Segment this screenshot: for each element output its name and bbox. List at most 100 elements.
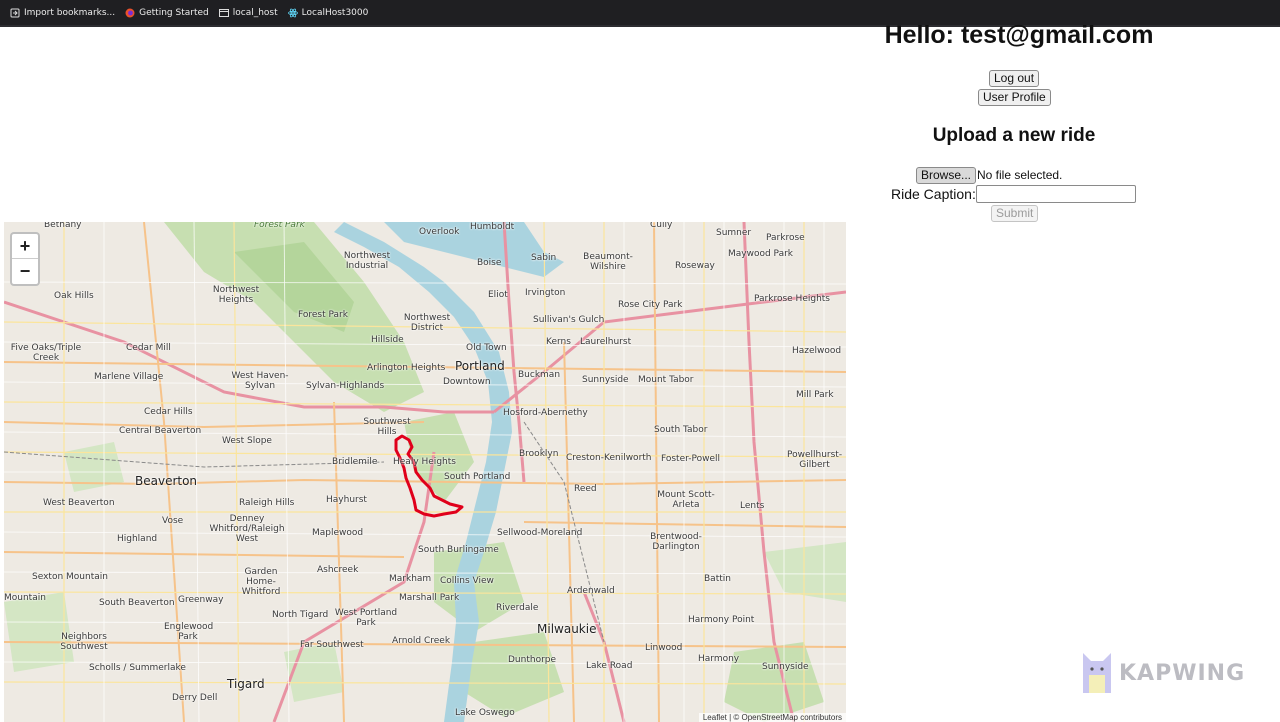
map-label: Sylvan-Highlands (306, 381, 385, 391)
import-icon (10, 8, 20, 18)
file-status: No file selected. (977, 168, 1063, 182)
map-label: Sumner (716, 228, 752, 238)
map-label: Marshall Park (399, 593, 460, 603)
page-icon (218, 8, 229, 18)
map-label: Ardenwald (567, 586, 615, 596)
bookmark-label: Import bookmarks... (24, 7, 116, 18)
map-label: Mount Tabor (638, 375, 694, 385)
map[interactable]: Bethany Forest Park Overlook Humboldt Cu… (4, 222, 846, 722)
map-label: Bethany (44, 222, 82, 230)
map-label: Mill Park (796, 390, 834, 400)
map-label: Beaumont-Wilshire (583, 252, 633, 272)
kapwing-watermark: KAPWING (1081, 651, 1245, 695)
map-label: Eliot (488, 290, 508, 300)
map-tiles (4, 222, 846, 722)
map-label: Northwest District (403, 313, 451, 333)
browse-button[interactable]: Browse... (916, 167, 977, 184)
map-label: Tigard (227, 677, 265, 691)
map-label: Old Town (466, 343, 507, 353)
map-label: Hazelwood (792, 346, 842, 356)
map-label: Neighbors Southwest (60, 632, 108, 652)
map-label: Southwest Hills (363, 417, 411, 437)
map-label: Riverdale (496, 603, 539, 613)
map-label: Cully (650, 222, 673, 230)
map-label: Collins View (440, 576, 494, 586)
map-label: South Burlingame (418, 545, 499, 555)
bookmark-local-host[interactable]: local_host (218, 8, 278, 18)
user-profile-button[interactable]: User Profile (978, 89, 1051, 106)
map-label: Garden Home-Whitford (241, 567, 281, 597)
map-label: Foster-Powell (661, 454, 721, 464)
map-label: Hillside (371, 335, 404, 345)
map-label: Portland (455, 359, 505, 373)
map-label: Bridlemile (332, 457, 378, 467)
map-label: Downtown (443, 377, 491, 387)
map-label: Laurelhurst (580, 337, 632, 347)
firefox-icon (125, 8, 135, 18)
map-label: Mountain (4, 593, 46, 603)
map-label: Marlene Village (94, 372, 164, 382)
map-label: Englewood Park (164, 622, 214, 642)
page: Hello: test@gmail.com Log out User Profi… (4, 21, 1280, 722)
map-label: Far Southwest (300, 640, 364, 650)
zoom-out-button[interactable]: − (12, 259, 38, 284)
map-label: Powellhurst-Gilbert (787, 450, 843, 470)
map-label: Sunnyside (582, 375, 629, 385)
kapwing-wordmark: KAPWING (1119, 660, 1246, 686)
map-label: Arnold Creek (392, 636, 451, 646)
bookmark-label: LocalHost3000 (301, 7, 369, 18)
map-label: Battin (704, 574, 731, 584)
bookmark-localhost3000[interactable]: LocalHost3000 (287, 7, 369, 18)
map-label: Sunnyside (762, 662, 809, 672)
map-label: Cedar Mill (126, 343, 171, 353)
map-label: Hosford-Abernethy (503, 408, 588, 418)
logout-button[interactable]: Log out (989, 70, 1040, 87)
zoom-in-button[interactable]: + (12, 234, 38, 259)
map-label: Derry Dell (172, 693, 218, 703)
map-label: Greenway (178, 595, 224, 605)
map-label: Vose (162, 516, 184, 526)
map-label: Cedar Hills (144, 407, 193, 417)
map-label: Markham (389, 574, 432, 584)
bookmark-import[interactable]: Import bookmarks... (10, 8, 115, 18)
map-label: West Slope (222, 436, 272, 446)
ride-caption-label: Ride Caption: (891, 186, 976, 202)
map-label: Ashcreek (317, 565, 359, 575)
map-label: Northwest Industrial (343, 251, 391, 271)
submit-button[interactable]: Submit (991, 205, 1039, 222)
map-label: Central Beaverton (119, 426, 202, 436)
map-label: South Portland (444, 472, 511, 482)
map-label: Lents (740, 501, 765, 511)
map-label: Brentwood-Darlington (650, 532, 702, 552)
map-label: Boise (477, 258, 502, 268)
map-label: Five Oaks/Triple Creek (10, 343, 82, 363)
upload-title: Upload a new ride (932, 125, 1096, 146)
greeting-heading: Hello: test@gmail.com (884, 21, 1154, 49)
map-label: Sexton Mountain (32, 572, 108, 582)
map-label: Rose City Park (618, 300, 683, 310)
map-label: Parkrose Heights (754, 294, 830, 304)
map-label: Sabin (531, 253, 557, 263)
map-label: Parkrose (766, 233, 805, 243)
react-icon (287, 8, 298, 18)
bookmark-getting-started[interactable]: Getting Started (125, 8, 209, 18)
map-label: West Portland Park (334, 608, 398, 628)
map-label: Denney Whitford/Raleigh West (209, 514, 285, 544)
map-label: Lake Road (586, 661, 633, 671)
map-label: Highland (117, 534, 158, 544)
map-label: Lake Oswego (455, 708, 515, 718)
map-label: Humboldt (470, 222, 515, 232)
ride-caption-input[interactable] (976, 185, 1136, 203)
map-label: Roseway (675, 261, 715, 271)
map-label: Arlington Heights (367, 363, 446, 373)
map-label: West Haven-Sylvan (231, 371, 289, 391)
map-label: Oak Hills (54, 291, 94, 301)
map-label: South Tabor (654, 425, 708, 435)
map-label: Scholls / Summerlake (89, 663, 186, 673)
map-label: West Beaverton (43, 498, 115, 508)
map-label: Hayhurst (326, 495, 367, 505)
map-label: Linwood (645, 643, 683, 653)
map-label: Irvington (525, 288, 566, 298)
map-label: Harmony Point (688, 615, 755, 625)
map-label: North Tigard (272, 610, 329, 620)
